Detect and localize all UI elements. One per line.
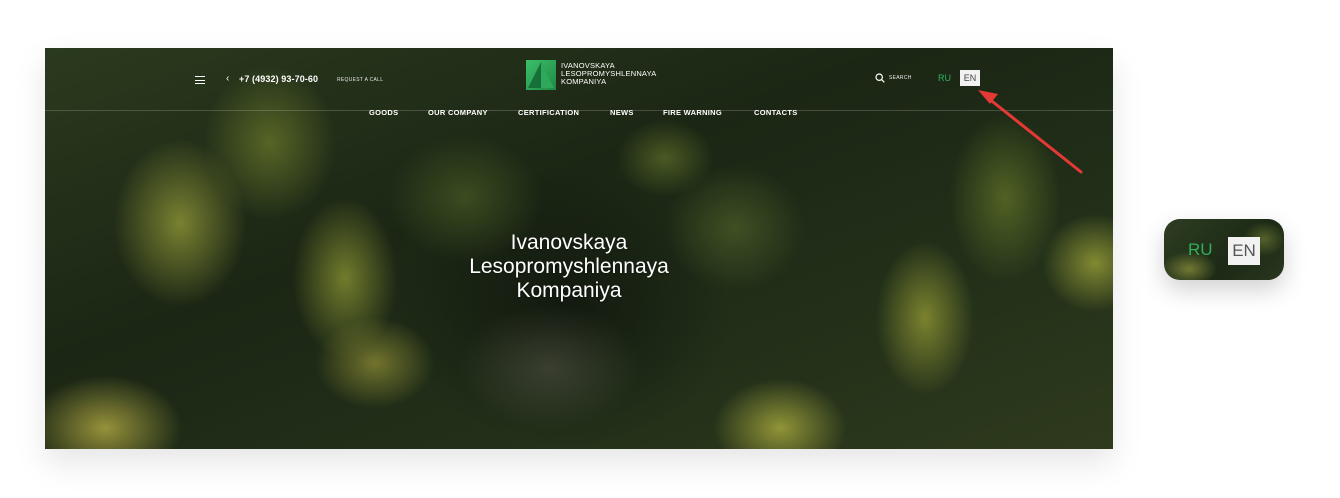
search-label: SEARCH <box>889 75 912 81</box>
hero-line-1: Ivanovskaya <box>510 231 628 254</box>
nav-item-fire-warning[interactable]: FIRE WARNING <box>663 108 722 117</box>
nav-item-goods[interactable]: GOODS <box>369 108 398 117</box>
language-switch-zoom: RU EN <box>1164 219 1284 280</box>
zoom-lang-ru: RU <box>1188 240 1213 259</box>
lang-ru-button[interactable]: RU <box>938 73 951 83</box>
request-call-link[interactable]: REQUEST A CALL <box>337 77 383 83</box>
hero-title: Ivanovskaya Lesopromyshlennaya Kompaniya <box>379 231 759 303</box>
nav-item-our-company[interactable]: OUR COMPANY <box>428 108 488 117</box>
nav-item-certification[interactable]: CERTIFICATION <box>518 108 579 117</box>
logo-icon[interactable] <box>526 60 556 90</box>
zoom-lang-en: EN <box>1228 237 1260 265</box>
nav-item-news[interactable]: NEWS <box>610 108 634 117</box>
nav-item-contacts[interactable]: CONTACTS <box>754 108 798 117</box>
logo-text[interactable]: IVANOVSKAYA LESOPROMYSHLENNAYA KOMPANIYA <box>561 62 656 86</box>
phone-link[interactable]: +7 (4932) 93-70-60 <box>239 74 318 84</box>
menu-icon[interactable] <box>195 76 205 84</box>
hero-line-2: Lesopromyshlennaya <box>469 255 669 278</box>
logo-line-3: KOMPANIYA <box>561 77 607 86</box>
lang-en-button[interactable]: EN <box>960 70 980 86</box>
website-screenshot: ‹ +7 (4932) 93-70-60 REQUEST A CALL IVAN… <box>45 48 1113 449</box>
search-button[interactable]: SEARCH <box>875 73 912 83</box>
main-nav: GOODS OUR COMPANY CERTIFICATION NEWS FIR… <box>45 108 1113 118</box>
hero-line-3: Kompaniya <box>516 279 622 302</box>
search-icon <box>875 73 885 83</box>
phone-icon: ‹ <box>226 73 230 84</box>
